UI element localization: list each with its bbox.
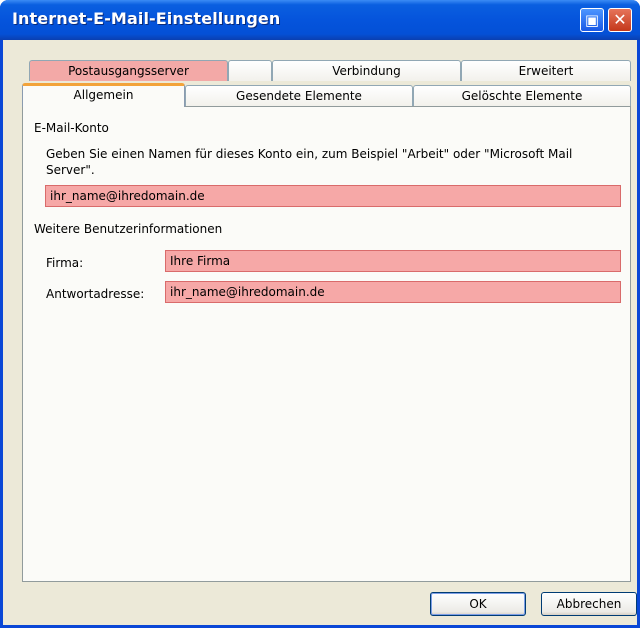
dialog-window: Internet-E-Mail-Einstellungen ▣ ✕ Postau…	[0, 0, 640, 628]
tab-geloeschte-elemente[interactable]: Gelöschte Elemente	[413, 85, 631, 106]
tab-label: Gelöschte Elemente	[461, 89, 583, 103]
account-name-input[interactable]: ihr_name@ihredomain.de	[45, 185, 621, 207]
tab-postausgangsserver[interactable]: Postausgangsserver	[29, 60, 228, 81]
tab-gesendete-elemente[interactable]: Gesendete Elemente	[185, 85, 413, 106]
tab-label: Gesendete Elemente	[236, 89, 362, 103]
tab-allgemein[interactable]: Allgemein	[22, 83, 185, 107]
account-description: Geben Sie einen Namen für dieses Konto e…	[46, 147, 573, 177]
tab-label: Postausgangsserver	[68, 64, 189, 78]
reply-address-input[interactable]: ihr_name@ihredomain.de	[165, 281, 621, 303]
cancel-button[interactable]: Abbrechen	[541, 592, 637, 616]
reply-address-label: Antwortadresse:	[46, 287, 145, 301]
tab-spacer	[228, 60, 272, 81]
account-group-label: E-Mail-Konto	[34, 121, 113, 135]
tab-label: Verbindung	[332, 64, 401, 78]
close-icon[interactable]: ✕	[608, 8, 632, 32]
company-label: Firma:	[46, 256, 84, 270]
tab-label: Allgemein	[73, 88, 134, 102]
window-title: Internet-E-Mail-Einstellungen	[12, 9, 281, 28]
title-bar[interactable]: Internet-E-Mail-Einstellungen ▣ ✕	[0, 0, 640, 40]
tab-label: Erweitert	[518, 64, 574, 78]
company-input[interactable]: Ihre Firma	[165, 250, 621, 272]
tab-erweitert[interactable]: Erweitert	[461, 60, 631, 81]
tab-verbindung[interactable]: Verbindung	[272, 60, 461, 81]
ok-button[interactable]: OK	[430, 592, 526, 616]
userinfo-group-label: Weitere Benutzerinformationen	[34, 222, 227, 236]
restore-icon[interactable]: ▣	[580, 8, 604, 32]
